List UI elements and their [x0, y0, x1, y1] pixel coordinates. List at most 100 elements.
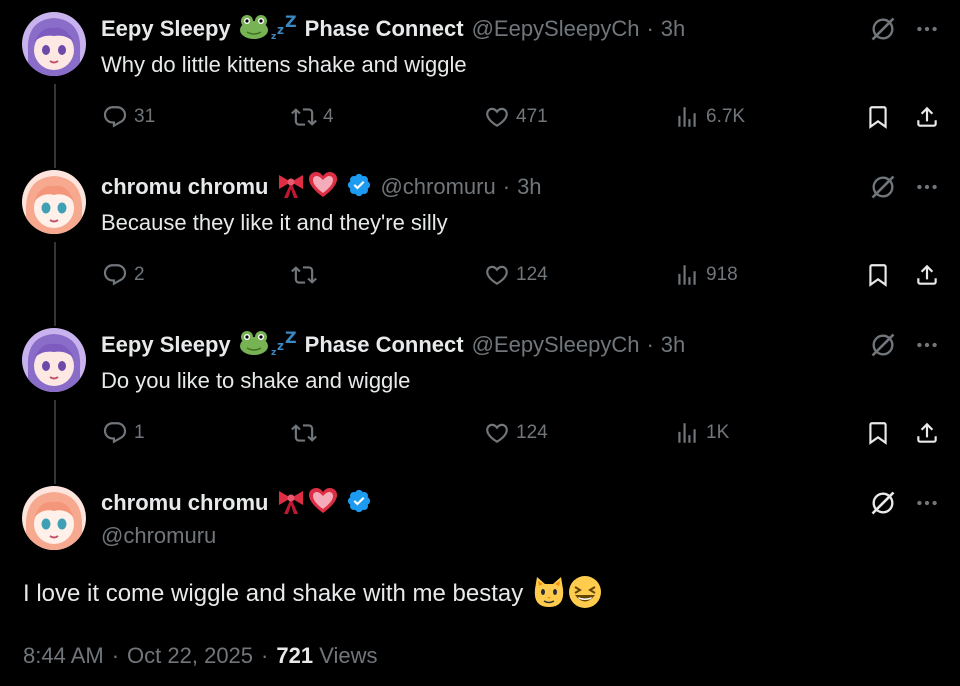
tweet-header: Eepy Sleepy zzZ Phase Connect @EepySleep…: [101, 12, 685, 46]
tweet-time[interactable]: 3h: [517, 174, 541, 200]
tweet-header: chromu chromu @chromuru · 3h: [101, 171, 542, 204]
heart-icon: [308, 171, 338, 204]
author-handle[interactable]: @EepySleepyCh: [472, 332, 640, 358]
share-button[interactable]: [912, 418, 942, 448]
repost-icon: [291, 424, 317, 442]
dot-separator: ·: [502, 174, 511, 199]
views-button[interactable]: 6.7K: [674, 102, 745, 132]
grok-icon: [871, 175, 895, 199]
more-button[interactable]: [912, 172, 942, 202]
more-icon: [917, 500, 937, 506]
main-tweet-body: I love it come wiggle and shake with me …: [23, 575, 602, 614]
views-button[interactable]: 918: [674, 260, 738, 290]
like-count: 124: [516, 264, 548, 285]
share-button[interactable]: [912, 102, 942, 132]
tweet-header: chromu chromu: [101, 487, 372, 520]
bookmark-button[interactable]: [863, 102, 893, 132]
author-name[interactable]: Eepy Sleepy: [101, 16, 231, 42]
views-count: 721: [276, 643, 314, 668]
share-icon: [917, 264, 937, 285]
repost-button[interactable]: [291, 260, 323, 290]
more-button[interactable]: [912, 488, 942, 518]
more-button[interactable]: [912, 14, 942, 44]
tweet-header: Eepy Sleepy zzZ Phase Connect @EepySleep…: [101, 328, 685, 362]
tweet-date[interactable]: Oct 22, 2025: [127, 643, 253, 669]
avatar[interactable]: [22, 170, 86, 234]
grok-button[interactable]: [868, 330, 898, 360]
more-button[interactable]: [912, 330, 942, 360]
reply-button[interactable]: 2: [102, 260, 145, 290]
views-icon: [678, 265, 696, 285]
grok-button[interactable]: [868, 14, 898, 44]
bookmark-icon: [869, 106, 887, 129]
tweet-time[interactable]: 8:44 AM: [23, 643, 104, 669]
like-icon: [486, 423, 508, 443]
tweet-views[interactable]: 721 Views: [276, 643, 377, 669]
verified-badge-icon: [346, 172, 372, 203]
avatar[interactable]: [22, 486, 86, 550]
cat-face-icon: [532, 575, 566, 614]
author-handle[interactable]: @EepySleepyCh: [472, 16, 640, 42]
share-button[interactable]: [912, 260, 942, 290]
zzz-icon: zzZ: [271, 12, 299, 46]
like-button[interactable]: 471: [484, 102, 548, 132]
grok-button[interactable]: [868, 172, 898, 202]
tweet-time[interactable]: 3h: [661, 16, 685, 42]
svg-text:z: z: [277, 23, 284, 37]
views-icon: [678, 423, 696, 443]
dot-separator: ·: [111, 643, 120, 668]
more-icon: [917, 342, 937, 348]
like-button[interactable]: 124: [484, 260, 548, 290]
dot-separator: ·: [646, 332, 654, 357]
bookmark-icon: [869, 264, 887, 287]
grok-icon: [871, 491, 895, 515]
avatar[interactable]: [22, 328, 86, 392]
dot-separator: ·: [261, 643, 269, 668]
tweet-time[interactable]: 3h: [661, 332, 685, 358]
reply-icon: [103, 106, 127, 128]
author-handle[interactable]: @chromuru: [101, 523, 216, 549]
thread-line: [54, 400, 56, 484]
repost-count: 4: [323, 106, 334, 127]
author-name-suffix: Phase Connect: [304, 16, 464, 41]
author-handle[interactable]: @chromuru: [380, 174, 495, 200]
bookmark-button[interactable]: [863, 260, 893, 290]
heart-icon: [308, 487, 338, 520]
bookmark-button[interactable]: [863, 418, 893, 448]
tweet-text: Because they like it and they're silly: [101, 210, 448, 235]
author-name[interactable]: chromu chromu: [101, 490, 268, 516]
avatar[interactable]: [22, 12, 86, 76]
reply-count: 1: [134, 422, 145, 443]
tweet-text: Why do little kittens shake and wiggle: [101, 52, 467, 77]
like-button[interactable]: 124: [484, 418, 548, 448]
tweet-meta: 8:44 AM · Oct 22, 2025 · 721 Views: [23, 643, 378, 669]
grok-icon: [871, 333, 895, 357]
repost-button[interactable]: [291, 418, 323, 448]
repost-icon: [291, 108, 317, 126]
more-icon: [917, 26, 937, 32]
frog-icon: [239, 330, 269, 361]
views-label: Views: [319, 643, 378, 668]
svg-text:Z: Z: [285, 13, 297, 31]
ribbon-icon: [276, 487, 306, 520]
grok-icon: [871, 17, 895, 41]
zzz-icon: zzZ: [271, 328, 299, 362]
frog-icon: [239, 14, 269, 45]
svg-text:z: z: [271, 348, 276, 357]
views-count: 1K: [706, 422, 730, 443]
share-icon: [917, 106, 937, 127]
repost-button[interactable]: 4: [291, 102, 334, 132]
reply-button[interactable]: 31: [102, 102, 155, 132]
dot-separator: ·: [646, 16, 654, 41]
svg-text:z: z: [271, 32, 276, 41]
views-button[interactable]: 1K: [674, 418, 729, 448]
like-count: 124: [516, 422, 548, 443]
author-name[interactable]: chromu chromu: [101, 174, 268, 200]
thread-line: [54, 84, 56, 168]
grok-button[interactable]: [868, 488, 898, 518]
like-icon: [486, 265, 508, 285]
like-count: 471: [516, 106, 548, 127]
more-icon: [917, 184, 937, 190]
reply-button[interactable]: 1: [102, 418, 145, 448]
author-name[interactable]: Eepy Sleepy: [101, 332, 231, 358]
